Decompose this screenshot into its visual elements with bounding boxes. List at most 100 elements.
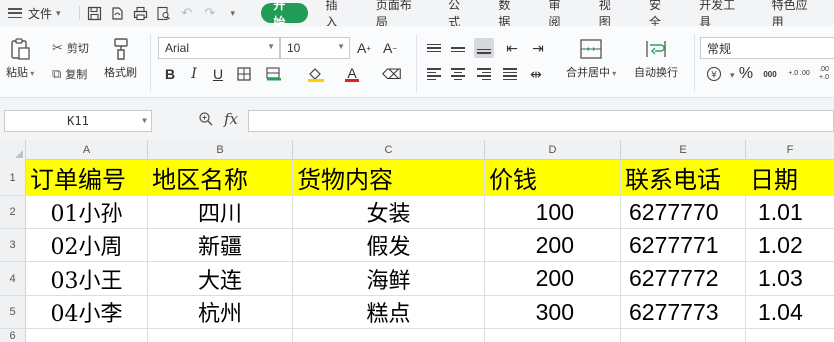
column-header-a[interactable]: A [26,140,148,160]
cell-price[interactable]: 200 [485,262,621,296]
underline-icon[interactable]: U [208,64,228,84]
eraser-icon[interactable]: ⌫ [382,64,402,84]
wrap-text-button[interactable]: 自动换行 [634,36,678,80]
column-header-e[interactable]: E [621,140,746,160]
align-right-icon[interactable] [474,64,494,84]
cell-order-id[interactable]: 04小李 [26,296,148,329]
cell-goods[interactable]: 糕点 [293,296,485,329]
empty-cell[interactable] [485,329,621,342]
chevron-down-icon[interactable]: ▾ [224,5,241,22]
cell-price[interactable]: 200 [485,229,621,262]
tab-review[interactable]: 审阅 [539,0,581,29]
header-cell-goods[interactable]: 货物内容 [293,160,485,196]
italic-icon[interactable]: I [184,64,204,84]
distributed-icon[interactable]: ⇹ [526,64,546,84]
name-box[interactable]: K11 ▼ [4,110,152,132]
cell-phone[interactable]: 6277773 [621,296,746,329]
row-header-3[interactable]: 3 [0,229,26,262]
fill-style-icon[interactable] [264,64,284,84]
cell-goods[interactable]: 女装 [293,196,485,229]
increase-decimal-icon[interactable]: +.0 .00 [788,64,810,84]
select-all-corner[interactable] [0,140,26,160]
cell-goods[interactable]: 海鲜 [293,262,485,296]
cell-price[interactable]: 300 [485,296,621,329]
header-cell-order-id[interactable]: 订单编号 [26,160,148,196]
cell-date[interactable]: 1.02 [746,229,834,262]
cell-phone[interactable]: 6277771 [621,229,746,262]
row-header-6[interactable]: 6 [0,329,26,342]
fill-color-icon[interactable] [306,64,326,84]
cell-region[interactable]: 大连 [148,262,293,296]
percent-icon[interactable]: % [736,64,756,84]
decrease-indent-icon[interactable]: ⇤ [502,38,522,58]
cell-region[interactable]: 新疆 [148,229,293,262]
tab-insert[interactable]: 插入 [316,0,358,29]
header-cell-phone[interactable]: 联系电话 [621,160,746,196]
column-header-d[interactable]: D [485,140,621,160]
border-icon[interactable] [234,64,254,84]
justify-icon[interactable] [500,64,520,84]
column-header-b[interactable]: B [148,140,293,160]
tab-view[interactable]: 视图 [589,0,631,29]
number-format-select[interactable]: 常规 [700,37,834,59]
align-middle-icon[interactable] [448,38,468,58]
header-cell-price[interactable]: 价钱 [485,160,621,196]
bold-icon[interactable]: B [160,64,180,84]
formula-input[interactable] [248,110,834,132]
format-painter-button[interactable]: 格式刷 [104,36,137,80]
undo-icon[interactable]: ↶ [178,5,195,22]
paste-button[interactable]: 粘贴 ▾ [6,36,34,80]
copy-button[interactable]: ⧉ 复制 [52,66,87,82]
empty-cell[interactable] [621,329,746,342]
cell-goods[interactable]: 假发 [293,229,485,262]
cell-price[interactable]: 100 [485,196,621,229]
decrease-decimal-icon[interactable]: .00 +.0 [814,64,834,84]
header-cell-date[interactable]: 日期 [746,160,834,196]
save-icon[interactable] [86,5,103,22]
cell-phone[interactable]: 6277772 [621,262,746,296]
cell-date[interactable]: 1.01 [746,196,834,229]
cell-order-id[interactable]: 01小孙 [26,196,148,229]
insert-function-icon[interactable]: fx [224,110,238,128]
tab-security[interactable]: 安全 [639,0,681,29]
font-color-icon[interactable]: A [342,64,362,84]
column-header-c[interactable]: C [293,140,485,160]
print-preview-icon[interactable] [155,5,172,22]
tab-special-apps[interactable]: 特色应用 [762,0,826,29]
row-header-4[interactable]: 4 [0,262,26,296]
tab-formulas[interactable]: 公式 [438,0,480,29]
cut-button[interactable]: ✂ 剪切 [52,40,89,56]
cell-date[interactable]: 1.04 [746,296,834,329]
empty-cell[interactable] [26,329,148,342]
row-header-2[interactable]: 2 [0,196,26,229]
redo-icon[interactable]: ↷ [201,5,218,22]
column-header-f[interactable]: F [746,140,834,160]
header-cell-region[interactable]: 地区名称 [148,160,293,196]
empty-cell[interactable] [293,329,485,342]
currency-icon[interactable]: ¥ [704,64,724,84]
align-center-icon[interactable] [448,64,468,84]
font-name-select[interactable]: Arial ▼ [158,37,280,59]
cell-region[interactable]: 杭州 [148,296,293,329]
increase-font-icon[interactable]: A + [354,38,374,58]
cell-order-id[interactable]: 02小周 [26,229,148,262]
increase-indent-icon[interactable]: ⇥ [528,38,548,58]
print-icon[interactable] [132,5,149,22]
align-left-icon[interactable] [424,64,444,84]
empty-cell[interactable] [148,329,293,342]
export-pdf-icon[interactable] [109,5,126,22]
tab-home[interactable]: 开始 [261,0,308,29]
merge-center-button[interactable]: 合并居中 ▾ [566,36,616,80]
row-header-1[interactable]: 1 [0,160,26,196]
cell-phone[interactable]: 6277770 [621,196,746,229]
tab-page-layout[interactable]: 页面布局 [366,0,430,29]
cell-region[interactable]: 四川 [148,196,293,229]
thousands-separator-icon[interactable]: 000 [760,64,780,84]
zoom-formula-icon[interactable] [198,111,214,131]
decrease-font-icon[interactable]: A − [380,38,400,58]
align-bottom-icon[interactable] [474,38,494,58]
cell-order-id[interactable]: 03小王 [26,262,148,296]
tab-data[interactable]: 数据 [488,0,530,29]
tab-developer[interactable]: 开发工具 [689,0,753,29]
font-size-select[interactable]: 10 ▼ [280,37,350,59]
